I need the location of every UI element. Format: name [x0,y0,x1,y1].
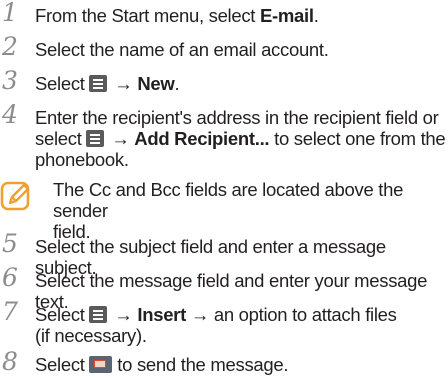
menu-item-add-recipient: Add Recipient... [134,128,270,149]
send-icon [89,356,113,373]
step-text: Select → Insert → an option to attach fi… [35,304,397,346]
note-text: The Cc and Bcc fields are located above … [53,179,404,242]
step-text: Enter the recipient's address in the rec… [35,107,446,170]
menu-item-email: E-mail [260,5,314,26]
step-text: Select → New. [35,73,180,94]
step-number: 3 [2,66,18,95]
step-number: 6 [2,263,18,292]
step-number: 1 [2,0,18,27]
menu-icon [89,306,108,323]
step-text: Select to send the message. [35,354,289,375]
step-text: From the Start menu, select E-mail. [35,5,319,26]
step-number: 5 [2,229,18,258]
note-pencil-icon [0,181,30,211]
instruction-page: 1 From the Start menu, select E-mail. 2 … [0,0,448,378]
step-number: 7 [2,297,18,326]
step-text: Select the name of an email account. [35,39,329,60]
menu-icon [89,75,108,92]
step-number: 8 [2,347,18,376]
menu-item-insert: Insert [137,304,186,325]
menu-item-new: New [137,73,175,94]
step-number: 2 [2,32,18,61]
step-number: 4 [2,100,18,129]
menu-icon [86,130,105,147]
